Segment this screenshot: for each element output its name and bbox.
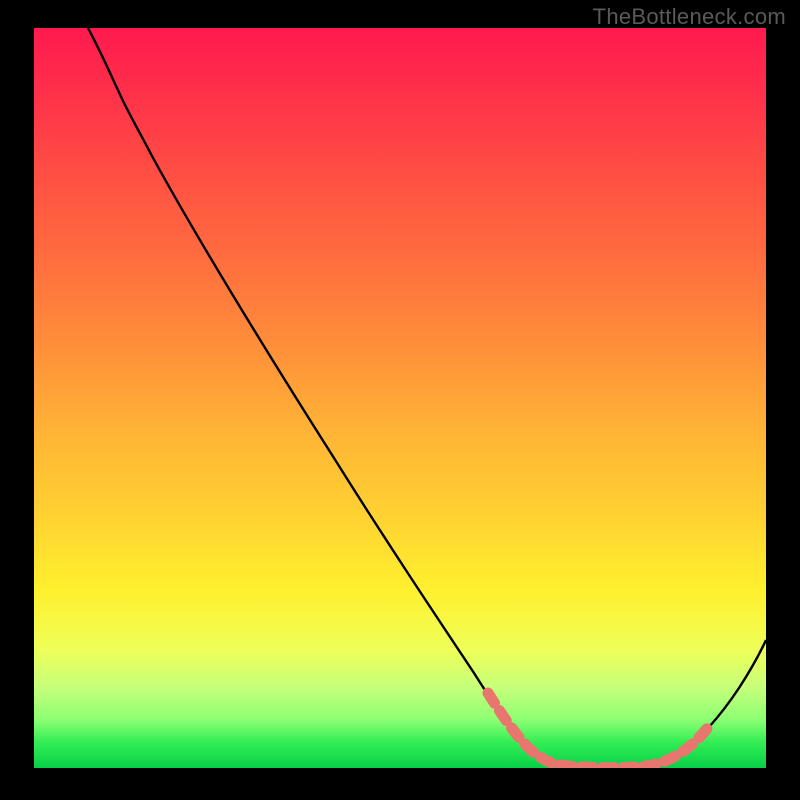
watermark-text: TheBottleneck.com — [593, 4, 786, 30]
curve-path — [88, 28, 766, 768]
marker-dashes — [488, 693, 710, 768]
chart-frame: TheBottleneck.com — [0, 0, 800, 800]
bottleneck-curve — [34, 28, 766, 768]
plot-area — [34, 28, 766, 768]
